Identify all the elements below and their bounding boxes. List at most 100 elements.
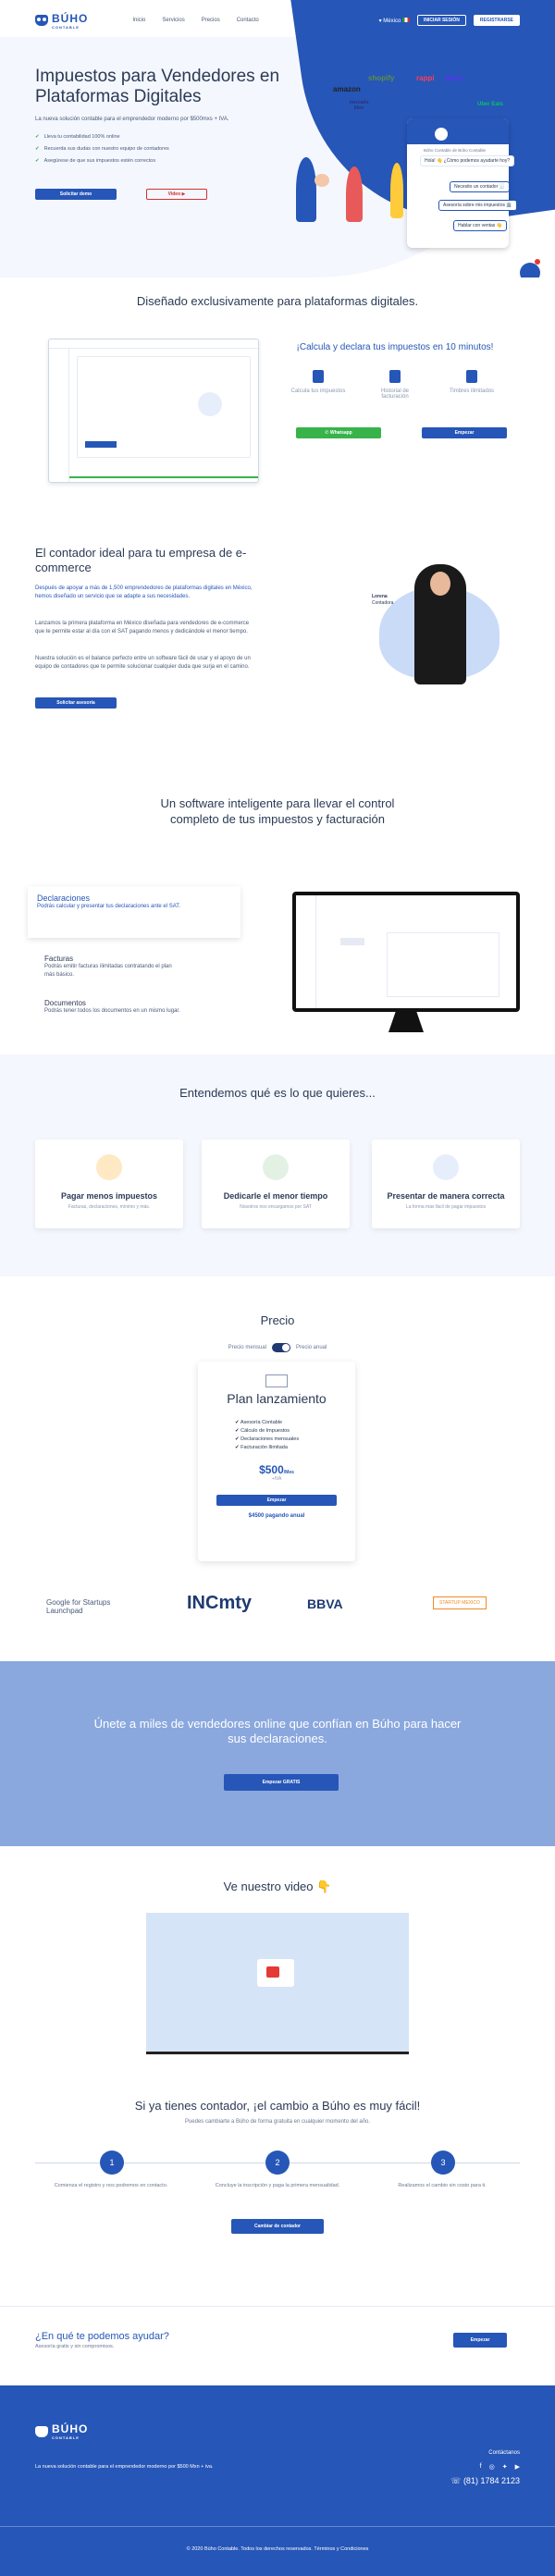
change-accountant-button[interactable]: Cambiar de contador <box>231 2219 324 2234</box>
switch-subtitle: Puedes cambiarte a Búho de forma gratuit… <box>184 2119 371 2125</box>
software-title: Un software inteligente para llevar el c… <box>160 796 395 826</box>
brand-shopify: shopify <box>368 74 395 82</box>
login-button[interactable]: INICIAR SESIÓN <box>416 15 466 26</box>
hourglass-icon <box>263 1154 289 1180</box>
chat-option-accountant[interactable]: Necesito un contador 🧾 <box>450 181 510 192</box>
logo-incmty: INCmty <box>187 1593 253 1613</box>
footer: BÚHO CONTABLE La nueva solución contable … <box>0 2385 555 2576</box>
nav-links: Inicio Servicios Precios Contacto <box>132 18 258 23</box>
nav-right: ▾ México INICIAR SESIÓN REGISTRARSE <box>379 15 520 26</box>
tab-title: Declaraciones <box>37 894 91 903</box>
youtube-icon[interactable]: ▶ <box>515 2463 520 2471</box>
facebook-icon[interactable]: f <box>480 2463 482 2471</box>
tab-declaraciones[interactable]: Declaraciones Podrás calcular y presenta… <box>28 886 240 938</box>
feature-label: Timbres ilimitados <box>449 388 495 394</box>
feature-calculate: Calcula tus impuestos <box>290 370 346 394</box>
nav-precios[interactable]: Precios <box>202 18 220 23</box>
accountant-name-tag: Lorena Contadora <box>372 594 393 607</box>
video-title: Ve nuestro video 👇 <box>223 1880 332 1893</box>
tab-facturas[interactable]: Facturas Podrás emitir facturas ilimitad… <box>28 955 240 980</box>
join-banner: Únete a miles de vendedores online que c… <box>0 1661 555 1846</box>
brand-amazon: amazon <box>333 85 361 93</box>
platforms-title: Diseñado exclusivamente para plataformas… <box>136 294 419 308</box>
card-text: La forma más fácil de pagar impuestos <box>405 1204 487 1210</box>
software-section: Un software inteligente para llevar el c… <box>0 768 555 1054</box>
step-1-text: Comienza el registro y nos podremos en c… <box>54 2183 168 2188</box>
youtube-play-icon[interactable] <box>266 1966 279 1978</box>
step-3-text: Realizamos el cambio sin costo para ti. <box>398 2183 487 2188</box>
video-player[interactable] <box>146 1913 409 2054</box>
card-less-time: Dedicarle el menor tiempo Nosotros nos en… <box>202 1140 350 1228</box>
understand-title: Entendemos qué es lo que quieres... <box>179 1086 376 1100</box>
owl-icon <box>35 2425 48 2437</box>
nav-inicio[interactable]: Inicio <box>132 18 145 23</box>
plan-feature: ✔ Asesoría Contable <box>235 1420 283 1425</box>
social-links: f ◎ ✦ ▶ <box>480 2463 520 2471</box>
check-icon: ✔ <box>35 158 40 164</box>
check-icon: ✔ <box>35 146 40 152</box>
logo-bbva: BBVA <box>307 1596 343 1611</box>
start-free-button[interactable]: Empezar GRATIS <box>224 1774 339 1791</box>
help-start-button[interactable]: Empezar <box>453 2333 507 2348</box>
footer-logo[interactable]: BÚHO CONTABLE <box>35 2422 88 2440</box>
accountant-p2: Lanzamos la primera plataforma en México… <box>35 621 250 635</box>
person-illustration <box>346 166 363 222</box>
chat-launcher-button[interactable] <box>520 263 540 277</box>
check-text: Recuerda sus dudas con nuestro equipo de… <box>43 146 169 152</box>
plan-features: ✔ Asesoría Contable ✔ Cálculo de Impuest… <box>235 1419 355 1452</box>
footer-phone[interactable]: ☏ (81) 1784 2123 <box>450 2476 520 2486</box>
hero-illustration: amazon shopify rappi shop mercado libre … <box>296 55 527 259</box>
price-tax: +IVA <box>271 1476 282 1482</box>
chat-option-sales[interactable]: Hablar con ventas 👋 <box>453 220 507 231</box>
card-title: Presentar de manera correcta <box>387 1191 505 1201</box>
owl-avatar-icon <box>435 128 448 141</box>
accountant-p1: Después de apoyar a más de 1,500 emprend… <box>35 585 253 599</box>
price-title: Precio <box>260 1313 295 1327</box>
tab-text: Podrás emitir facturas ilimitadas contra… <box>44 964 172 978</box>
demo-button[interactable]: Solicitar demo <box>35 189 117 200</box>
chat-option-taxes[interactable]: Asesoría sobre mis impuestos 🏛️ <box>438 200 517 211</box>
tab-title: Documentos <box>44 999 86 1007</box>
nav-servicios[interactable]: Servicios <box>162 18 184 23</box>
whatsapp-button[interactable]: ✆ Whatsapp <box>296 427 381 438</box>
nav-contacto[interactable]: Contacto <box>237 18 259 23</box>
price-section: Precio Precio mensual Precio anual Plan … <box>0 1276 555 1571</box>
plan-start-button[interactable]: Empezar <box>216 1495 337 1506</box>
footer-phone-number: (81) 1784 2123 <box>462 2476 520 2485</box>
start-button[interactable]: Empezar <box>422 427 507 438</box>
country-select[interactable]: ▾ México <box>379 17 410 24</box>
plan-price: $500/Mes <box>198 1463 355 1476</box>
understand-section: Entendemos qué es lo que quieres... Paga… <box>0 1054 555 1276</box>
logo-sub: CONTABLE <box>52 24 80 30</box>
plan-card: Plan lanzamiento ✔ Asesoría Contable ✔ C… <box>198 1362 355 1561</box>
plan-feature: ✔ Cálculo de Impuestos <box>235 1428 290 1434</box>
card-title: Dedicarle el menor tiempo <box>223 1191 328 1201</box>
platforms-headline: ¡Calcula y declara tus impuestos en 10 m… <box>296 342 494 352</box>
video-button[interactable]: Video ▶ <box>146 189 207 200</box>
logo[interactable]: BÚHO CONTABLE <box>35 12 88 30</box>
screen-button <box>340 938 364 945</box>
monthly-label: Precio mensual <box>228 1345 266 1350</box>
billing-switch[interactable] <box>272 1343 290 1352</box>
instagram-icon[interactable]: ◎ <box>489 2463 495 2471</box>
tab-documentos[interactable]: Documentos Podrás tener todos los docume… <box>28 999 240 1016</box>
request-advice-button[interactable]: Solicitar asesoría <box>35 697 117 709</box>
help-section: ¿En qué te podemos ayudar? Asesoría grat… <box>0 2306 555 2385</box>
brand-mercadolibre: mercado libre <box>349 100 369 111</box>
step-2-badge: 2 <box>265 2151 290 2175</box>
tab-text: Podrás tener todos los documentos en un … <box>44 1008 180 1014</box>
plan-feature-label: Declaraciones mensuales <box>240 1436 300 1442</box>
twitter-icon[interactable]: ✦ <box>502 2463 508 2471</box>
monitor-stand <box>388 1012 424 1032</box>
accountant-title: El contador ideal para tu empresa de e-c… <box>35 546 247 574</box>
logo-sub: CONTABLE <box>52 2435 80 2440</box>
plan-feature: ✔ Facturación Ilimitada <box>235 1445 288 1450</box>
register-button[interactable]: REGISTRARSE <box>473 15 520 26</box>
video-section: Ve nuestro video 👇 <box>0 1846 555 2054</box>
partners-section: Google for Startups Launchpad INCmty BBV… <box>0 1571 555 1661</box>
step-1-badge: 1 <box>100 2151 124 2175</box>
mock-progress <box>69 476 258 478</box>
brand-ubereats: Uber Eats <box>477 102 504 107</box>
owl-icon <box>35 15 48 26</box>
hero-title: Impuestos para Vendedores en Plataformas… <box>35 67 280 106</box>
